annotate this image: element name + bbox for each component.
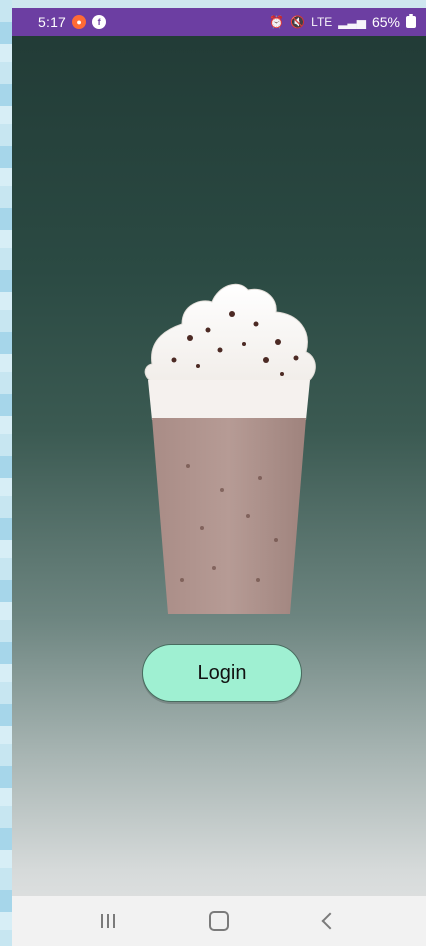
navigation-bar bbox=[12, 896, 426, 946]
status-time: 5:17 bbox=[38, 14, 67, 30]
home-button[interactable] bbox=[189, 901, 249, 941]
facebook-notification-icon: f bbox=[92, 15, 107, 29]
phone-screen: 5:17 ● f ⏰ 🔇 LTE ▂▃▅ 65% Login bbox=[12, 8, 426, 946]
frappuccino-image bbox=[144, 283, 316, 614]
main-content: Login bbox=[12, 36, 426, 896]
mute-icon: 🔇 bbox=[290, 15, 306, 29]
back-icon bbox=[321, 912, 339, 930]
back-button[interactable] bbox=[300, 901, 360, 941]
recorder-notification-icon: ● bbox=[72, 15, 87, 29]
background-strip bbox=[0, 0, 12, 946]
recent-apps-icon bbox=[100, 914, 115, 928]
login-button[interactable]: Login bbox=[142, 644, 302, 702]
home-icon bbox=[208, 911, 229, 931]
recent-apps-button[interactable] bbox=[78, 901, 138, 941]
alarm-icon: ⏰ bbox=[269, 15, 285, 29]
lte-icon: LTE bbox=[311, 15, 333, 29]
signal-icon: ▂▃▅ bbox=[338, 15, 366, 29]
battery-icon bbox=[406, 14, 416, 28]
status-bar: 5:17 ● f ⏰ 🔇 LTE ▂▃▅ 65% bbox=[12, 8, 426, 36]
status-left: 5:17 ● f bbox=[22, 14, 107, 30]
battery-percent: 65% bbox=[371, 14, 400, 30]
status-right: ⏰ 🔇 LTE ▂▃▅ 65% bbox=[269, 14, 416, 30]
